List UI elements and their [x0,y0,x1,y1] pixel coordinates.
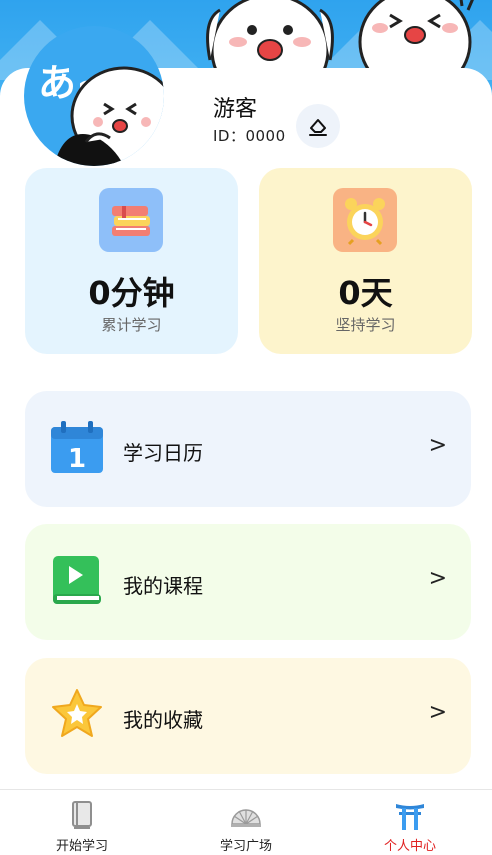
svg-text:1: 1 [68,444,86,474]
calendar-icon: 1 [51,421,103,474]
video-book-icon [53,556,101,604]
menu-my-favorites-label: 我的收藏 [123,708,203,732]
books-icon [99,188,163,252]
star-icon [52,689,102,737]
user-id: ID：0000 [213,127,286,145]
tab-start-learning[interactable]: 开始学习 [0,790,164,855]
menu-study-calendar-label: 学习日历 [123,441,203,465]
chevron-right-icon: > [428,566,447,591]
username: 游客 [213,97,258,122]
menu-my-courses-label: 我的课程 [123,574,203,598]
tab-start-learning-label: 开始学习 [55,839,108,854]
tab-personal-center[interactable]: 个人中心 [328,790,492,855]
tab-study-square[interactable]: 学习广场 [164,790,328,855]
avatar[interactable]: あ~ [24,26,164,166]
fan-icon [231,809,261,827]
tab-study-square-label: 学习广场 [219,839,272,854]
chevron-right-icon: > [428,433,447,458]
menu-my-courses[interactable]: 我的课程 > [25,524,471,640]
menu-my-favorites[interactable]: 我的收藏 > [25,658,471,774]
streak-days-card: 0天 坚持学习 [259,168,472,354]
menu-study-calendar[interactable]: 1 学习日历 > [25,391,471,507]
streak-days-label: 坚持学习 [335,316,396,334]
total-study-time-card: 0分钟 累计学习 [25,168,238,354]
eraser-icon [309,119,327,136]
total-study-time-label: 累计学习 [101,316,162,334]
avatar-mascot-icon [54,66,164,166]
alarm-clock-icon [333,188,397,252]
streak-days-value: 0天 [338,274,393,312]
bottom-tab-bar: 开始学习 学习广场 个人中心 [0,789,492,855]
book-icon [72,801,92,829]
total-study-time-value: 0分钟 [88,274,175,312]
chevron-right-icon: > [428,700,447,725]
tab-personal-center-label: 个人中心 [383,839,436,854]
logout-button[interactable] [296,104,340,148]
torii-icon [396,804,424,830]
